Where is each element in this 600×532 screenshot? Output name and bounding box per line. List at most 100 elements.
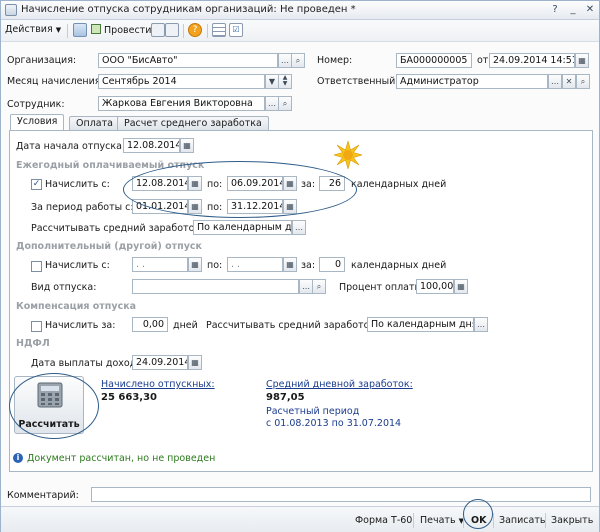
window-title: Начисление отпуска сотрудникам организац… bbox=[21, 4, 356, 15]
toolbar-separator bbox=[67, 24, 68, 38]
additional-leave-section: Дополнительный (другой) отпуск bbox=[16, 241, 202, 252]
compensation-days-field[interactable]: 0,00 bbox=[132, 317, 168, 332]
additional-accrue-label: Начислить с: bbox=[45, 260, 110, 271]
compensation-section: Компенсация отпуска bbox=[16, 301, 137, 312]
bottom-separator bbox=[545, 513, 546, 528]
document-icon bbox=[5, 4, 17, 16]
bottom-separator bbox=[493, 513, 494, 528]
responsible-label: Ответственный: bbox=[317, 76, 399, 87]
close-button[interactable]: Закрыть bbox=[551, 515, 593, 526]
month-field[interactable]: Сентябрь 2014 bbox=[98, 74, 265, 89]
post-icon bbox=[91, 24, 101, 34]
print-menu[interactable]: Печать ▼ bbox=[420, 515, 464, 526]
additional-to-field[interactable]: . . bbox=[227, 257, 283, 272]
stepper-icon[interactable]: ▲ ▼ bbox=[278, 74, 292, 89]
form-t60-button[interactable]: Форма Т-60 bbox=[355, 515, 412, 526]
annual-avg-field[interactable]: По календарным дня bbox=[193, 220, 292, 235]
copy-icon[interactable] bbox=[73, 23, 87, 37]
start-date-label: Дата начала отпуска: bbox=[16, 141, 126, 152]
select-dots-icon[interactable]: … bbox=[292, 220, 306, 235]
leave-type-field[interactable] bbox=[132, 279, 299, 294]
additional-from-field[interactable]: . . bbox=[132, 257, 188, 272]
document-window: Начисление отпуска сотрудникам организац… bbox=[0, 0, 600, 532]
checklist-icon[interactable]: ☑ bbox=[229, 23, 243, 37]
calendar-icon[interactable]: ▦ bbox=[283, 257, 297, 272]
search-icon[interactable]: ⌕ bbox=[291, 53, 305, 68]
ndfl-section: НДФЛ bbox=[16, 338, 50, 349]
accrued-label[interactable]: Начислено отпускных: bbox=[101, 379, 215, 390]
accrued-value: 25 663,30 bbox=[101, 392, 157, 403]
additional-to-label: по: bbox=[207, 260, 223, 271]
status-message: Документ рассчитан, но не проведен bbox=[27, 453, 216, 464]
help-icon[interactable]: ? bbox=[188, 23, 202, 37]
annual-accrue-checkbox[interactable]: ✓ bbox=[31, 179, 42, 190]
org-label: Организация: bbox=[7, 55, 77, 66]
comment-field[interactable] bbox=[91, 487, 591, 502]
list-icon[interactable] bbox=[212, 23, 226, 37]
compensation-avg-label: Рассчитывать средний заработок: bbox=[206, 320, 379, 331]
calendar-icon[interactable]: ▦ bbox=[180, 138, 194, 153]
highlight-ellipse bbox=[9, 373, 99, 439]
toolbar-separator bbox=[207, 24, 208, 38]
responsible-field[interactable]: Администратор bbox=[396, 74, 548, 89]
close-icon[interactable]: ✕ bbox=[583, 3, 597, 17]
compensation-checkbox[interactable] bbox=[31, 321, 42, 332]
post-button[interactable]: Провести bbox=[91, 24, 151, 38]
toolbar: Действия ▼ Провести ? ☑ bbox=[1, 20, 599, 42]
tab-conditions[interactable]: Условия bbox=[10, 114, 65, 130]
compensation-avg-field[interactable]: По календарным дням bbox=[367, 317, 474, 332]
select-dots-icon[interactable]: … bbox=[265, 96, 279, 111]
minimize-icon[interactable]: _ bbox=[566, 3, 580, 17]
compensation-accrue-label: Начислить за: bbox=[45, 320, 116, 331]
number-label: Номер: bbox=[317, 55, 353, 66]
help-icon[interactable]: ? bbox=[548, 3, 562, 17]
select-dots-icon[interactable]: … bbox=[474, 317, 488, 332]
annual-avg-label: Рассчитывать средний заработок: bbox=[31, 223, 204, 234]
select-dots-icon[interactable]: … bbox=[548, 74, 562, 89]
number-field[interactable]: БА000000005 bbox=[396, 53, 472, 68]
compensation-days-unit: дней bbox=[173, 320, 198, 331]
info-icon: i bbox=[13, 453, 23, 463]
payment-date-label: Дата выплаты дохода: bbox=[31, 358, 146, 369]
actions-menu[interactable]: Действия ▼ bbox=[5, 24, 61, 38]
additional-days-field[interactable]: 0 bbox=[319, 257, 345, 272]
actions-label: Действия bbox=[5, 24, 53, 35]
calendar-icon[interactable]: ▦ bbox=[188, 355, 202, 370]
highlight-circle bbox=[463, 499, 493, 529]
clear-icon[interactable]: ✕ bbox=[562, 74, 576, 89]
annual-days-label: календарных дней bbox=[351, 179, 447, 190]
leave-type-label: Вид отпуска: bbox=[31, 282, 97, 293]
calc-period-label: Расчетный период bbox=[266, 406, 360, 417]
chevron-down-icon: ▼ bbox=[55, 26, 62, 34]
document-date-field[interactable]: 24.09.2014 14:51:39 bbox=[489, 53, 575, 68]
calc-period-value: с 01.08.2013 по 31.07.2014 bbox=[266, 418, 402, 429]
pay-percent-field[interactable]: 100,00 bbox=[416, 279, 454, 294]
avg-daily-label[interactable]: Средний дневной заработок: bbox=[266, 379, 413, 390]
select-dots-icon[interactable]: … bbox=[278, 53, 292, 68]
bottom-separator bbox=[413, 513, 414, 528]
additional-days-label: календарных дней bbox=[351, 260, 447, 271]
month-label: Месяц начисления: bbox=[7, 76, 104, 87]
organization-field[interactable]: ООО "БисАвто" bbox=[98, 53, 278, 68]
structure-icon[interactable] bbox=[165, 23, 179, 37]
calendar-icon[interactable]: ▦ bbox=[188, 257, 202, 272]
calendar-icon[interactable]: ▦ bbox=[575, 53, 589, 68]
search-icon[interactable]: ⌕ bbox=[278, 96, 292, 111]
pay-percent-label: Процент оплаты: bbox=[339, 282, 426, 293]
employee-field[interactable]: Жаркова Евгения Викторовна bbox=[98, 96, 265, 111]
save-button[interactable]: Записать bbox=[499, 515, 545, 526]
starburst-icon bbox=[334, 141, 362, 169]
additional-for-label: за: bbox=[301, 260, 316, 271]
chevron-down-icon[interactable]: ▼ bbox=[265, 74, 279, 89]
select-dots-icon[interactable]: … bbox=[299, 279, 313, 294]
calculator-small-icon[interactable]: ▦ bbox=[454, 279, 468, 294]
payment-date-field[interactable]: 24.09.2014 bbox=[132, 355, 188, 370]
additional-accrue-checkbox[interactable] bbox=[31, 261, 42, 272]
avg-daily-value: 987,05 bbox=[266, 392, 305, 403]
tab-payment[interactable]: Оплата bbox=[69, 116, 120, 130]
tab-average-earnings[interactable]: Расчет среднего заработка bbox=[117, 116, 269, 130]
search-icon[interactable]: ⌕ bbox=[312, 279, 326, 294]
start-date-field[interactable]: 12.08.2014 bbox=[123, 138, 180, 153]
movements-icon[interactable] bbox=[151, 23, 165, 37]
search-icon[interactable]: ⌕ bbox=[576, 74, 590, 89]
